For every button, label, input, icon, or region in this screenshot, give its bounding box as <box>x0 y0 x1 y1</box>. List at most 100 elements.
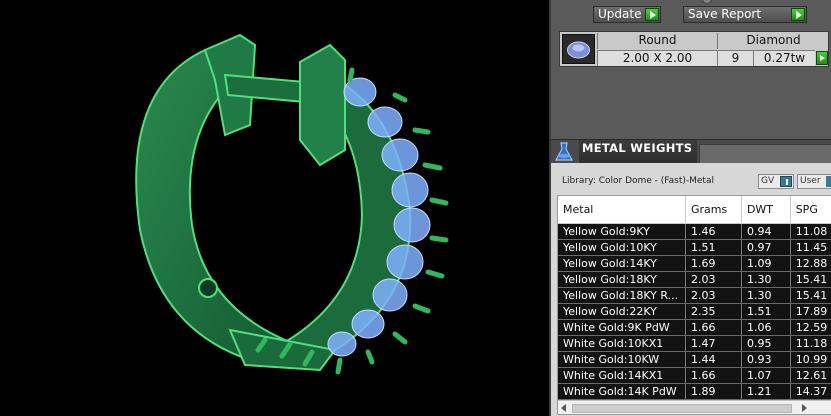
scroll-thumb[interactable] <box>572 404 792 413</box>
cell-dwt: 0.94 <box>741 223 791 240</box>
cell-dwt: 0.95 <box>741 335 791 352</box>
flask-icon[interactable] <box>552 140 576 164</box>
cell-metal: Yellow Gold:22KY <box>558 303 686 320</box>
cell-grams: 1.51 <box>685 239 742 256</box>
stone-shape-header: Round <box>597 33 717 49</box>
cell-spg: 10.99 <box>790 351 831 368</box>
cell-metal: White Gold:10KW <box>558 351 686 368</box>
cell-metal: Yellow Gold:18KY <box>558 271 686 288</box>
table-row[interactable]: Yellow Gold:14KY 1.69 1.09 12.88 <box>558 255 831 272</box>
info-icon <box>780 176 792 187</box>
hinge-pin <box>198 278 218 298</box>
panel-knob[interactable] <box>702 0 712 4</box>
col-metal[interactable]: Metal <box>558 196 686 224</box>
cell-dwt: 0.97 <box>741 239 791 256</box>
stone <box>343 77 377 107</box>
stone <box>327 331 357 357</box>
col-grams[interactable]: Grams <box>685 196 742 224</box>
cell-metal: White Gold:14K PdW <box>558 383 686 400</box>
cell-metal: White Gold:10KX1 <box>558 335 686 352</box>
cell-spg: 12.61 <box>790 367 831 384</box>
cell-dwt: 1.30 <box>741 287 791 304</box>
cell-dwt: 1.07 <box>741 367 791 384</box>
3d-viewport[interactable] <box>0 0 549 416</box>
user-label: User <box>800 176 821 186</box>
stone-summary: Round Diamond 2.00 X 2.00 9 0.27tw <box>559 31 829 67</box>
user-toggle[interactable]: User <box>797 174 831 189</box>
cell-spg: 17.89 <box>790 303 831 320</box>
cell-grams: 1.66 <box>685 367 742 384</box>
cell-grams: 1.47 <box>685 335 742 352</box>
metal-weights-table: Metal Grams DWT SPG Yellow Gold:9KY 1.46 0… <box>557 195 831 415</box>
cell-grams: 1.46 <box>685 223 742 240</box>
col-spg[interactable]: SPG <box>790 196 831 224</box>
cell-metal: Yellow Gold:14KY <box>558 255 686 272</box>
play-arrow-icon <box>645 8 659 21</box>
metal-weights-tab-blank[interactable] <box>699 144 831 164</box>
cell-spg: 11.08 <box>790 223 831 240</box>
cell-dwt: 1.06 <box>741 319 791 336</box>
cell-spg: 11.18 <box>790 335 831 352</box>
scroll-left-icon[interactable] <box>561 404 566 412</box>
metal-weights-title[interactable]: METAL WEIGHTS <box>579 140 697 164</box>
cell-dwt: 1.30 <box>741 271 791 288</box>
play-arrow-icon <box>791 8 805 21</box>
stone <box>386 244 424 280</box>
gem-icon[interactable] <box>562 34 595 64</box>
cell-grams: 1.69 <box>685 255 742 272</box>
cell-spg: 14.37 <box>790 383 831 400</box>
cell-dwt: 1.51 <box>741 303 791 320</box>
cell-metal: Yellow Gold:10KY <box>558 239 686 256</box>
update-button[interactable]: Update <box>593 6 661 23</box>
table-row[interactable]: White Gold:9K PdW 1.66 1.06 12.59 <box>558 319 831 336</box>
gv-label: GV <box>761 176 775 186</box>
cell-grams: 2.35 <box>685 303 742 320</box>
cell-spg: 15.41 <box>790 271 831 288</box>
horizontal-scrollbar[interactable] <box>558 400 831 414</box>
table-row[interactable]: White Gold:10KX1 1.47 0.95 11.18 <box>558 335 831 352</box>
table-header-row: Metal Grams DWT SPG <box>558 196 831 224</box>
cell-grams: 1.66 <box>685 319 742 336</box>
stone-count: 9 <box>717 50 753 66</box>
user-toggle-marker <box>826 176 831 187</box>
stone-type-header: Diamond <box>717 33 829 49</box>
report-panel: Update Save Report Round Diamond 2.00 X … <box>549 0 831 416</box>
stone <box>381 138 419 172</box>
stone <box>391 172 429 208</box>
play-arrow-icon[interactable] <box>816 51 828 65</box>
col-dwt[interactable]: DWT <box>741 196 791 224</box>
cell-dwt: 1.21 <box>741 383 791 400</box>
library-label: Library: Color Dome - (Fast)-Metal <box>562 176 714 186</box>
stone-size: 2.00 X 2.00 <box>597 50 717 66</box>
table-row[interactable]: White Gold:10KW 1.44 0.93 10.99 <box>558 351 831 368</box>
save-report-button[interactable]: Save Report <box>683 6 807 23</box>
cell-spg: 11.45 <box>790 239 831 256</box>
gv-toggle[interactable]: GV <box>758 174 794 189</box>
cell-grams: 2.03 <box>685 271 742 288</box>
save-report-button-label: Save Report <box>688 7 762 21</box>
cell-metal: Yellow Gold:9KY <box>558 223 686 240</box>
metal-table: Metal Grams DWT SPG Yellow Gold:9KY 1.46 0… <box>558 196 831 400</box>
stone <box>351 309 385 339</box>
cell-metal: White Gold:14KX1 <box>558 367 686 384</box>
cell-dwt: 1.09 <box>741 255 791 272</box>
cell-grams: 2.03 <box>685 287 742 304</box>
table-row[interactable]: Yellow Gold:18KY R... 2.03 1.30 15.41 <box>558 287 831 304</box>
table-row[interactable]: Yellow Gold:9KY 1.46 0.94 11.08 <box>558 223 831 240</box>
scroll-right-icon[interactable] <box>802 404 807 412</box>
cell-grams: 1.89 <box>685 383 742 400</box>
cell-metal: Yellow Gold:18KY R... <box>558 287 686 304</box>
update-button-label: Update <box>598 7 642 21</box>
cell-dwt: 0.93 <box>741 351 791 368</box>
cell-spg: 12.88 <box>790 255 831 272</box>
stone-weight: 0.27tw <box>753 50 815 66</box>
table-row[interactable]: White Gold:14KX1 1.66 1.07 12.61 <box>558 367 831 384</box>
table-row[interactable]: White Gold:14K PdW 1.89 1.21 14.37 <box>558 383 831 400</box>
cell-grams: 1.44 <box>685 351 742 368</box>
metal-weights-header: METAL WEIGHTS <box>551 139 831 164</box>
stone <box>372 278 408 312</box>
table-row[interactable]: Yellow Gold:18KY 2.03 1.30 15.41 <box>558 271 831 288</box>
cell-metal: White Gold:9K PdW <box>558 319 686 336</box>
table-row[interactable]: Yellow Gold:22KY 2.35 1.51 17.89 <box>558 303 831 320</box>
table-row[interactable]: Yellow Gold:10KY 1.51 0.97 11.45 <box>558 239 831 256</box>
